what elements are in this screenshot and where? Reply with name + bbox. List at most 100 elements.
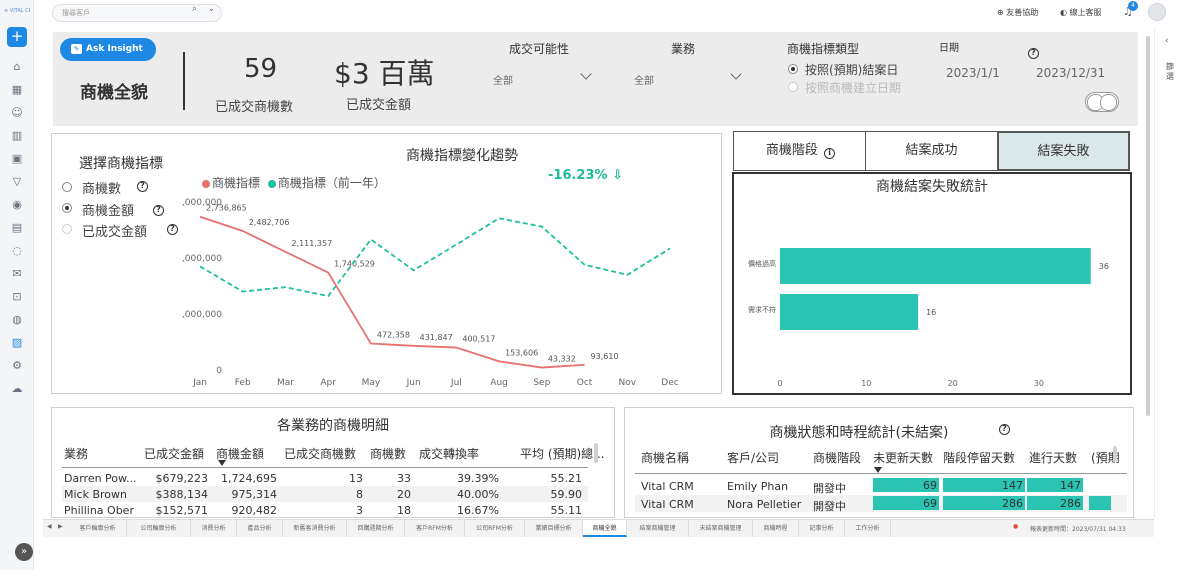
next-page-icon[interactable]: ▶ xyxy=(58,523,63,530)
help-icon[interactable]: ? xyxy=(1028,48,1039,59)
table-row[interactable]: Mick Brown $388,134 975,314 8 20 40.00% 59.90 xyxy=(62,486,588,502)
column-header[interactable]: 已成交金額 xyxy=(144,445,204,462)
help-link[interactable]: ⊕ 友善協助 xyxy=(997,7,1038,18)
x-tick-label: 0 xyxy=(777,379,782,388)
help-icon[interactable]: ? xyxy=(153,205,164,216)
page-tab[interactable]: 公司RFM分析 xyxy=(465,520,525,537)
table-cell: 59.90 xyxy=(550,488,583,501)
fail-chart-title: 商機結案失敗統計 xyxy=(876,179,988,195)
column-header[interactable]: 業務 xyxy=(64,445,88,462)
table-row[interactable]: Vital CRM Nora Pelletier 開發中 69 286 286 xyxy=(635,495,1127,513)
tab-won[interactable]: 結案成功 xyxy=(865,131,998,171)
page-tab[interactable]: 新舊客消費分析 xyxy=(283,520,347,537)
column-header[interactable]: 已成交商機數 xyxy=(284,445,356,462)
date-to[interactable]: 2023/12/31 xyxy=(1036,66,1105,80)
bar-value: 286 xyxy=(1002,497,1023,510)
user-icon[interactable]: ☺ xyxy=(10,106,24,120)
page-scrollbar[interactable] xyxy=(1146,36,1150,416)
chevron-left-icon[interactable]: ‹ xyxy=(1165,36,1169,46)
scrollbar[interactable] xyxy=(594,443,598,463)
tab-stage-label: 商機階段 xyxy=(765,143,818,158)
header-divider xyxy=(635,473,1127,474)
search-icon[interactable]: ⌕ xyxy=(192,4,197,14)
probability-filter[interactable]: 全部 xyxy=(493,72,513,87)
page-tab[interactable]: 客戶輪廓分析 xyxy=(69,520,127,537)
help-icon[interactable]: ? xyxy=(167,224,178,235)
page-tab[interactable]: 業績目標分析 xyxy=(525,520,583,537)
column-header[interactable]: 商機階段 xyxy=(813,449,861,466)
expand-sidebar-icon[interactable]: » xyxy=(15,543,33,561)
settings-icon[interactable]: ⚙ xyxy=(10,359,24,373)
help-icon[interactable]: ? xyxy=(137,181,148,192)
page-tab[interactable]: 商機時程 xyxy=(753,520,799,537)
column-header[interactable]: 成交轉換率 xyxy=(419,445,479,462)
funnel-icon[interactable]: ▽ xyxy=(10,175,24,189)
column-header[interactable]: 商機名稱 xyxy=(641,449,689,466)
probability-filter-label: 成交可能性 xyxy=(509,42,570,56)
cloud-icon[interactable]: ☁ xyxy=(10,382,24,396)
add-button[interactable]: + xyxy=(7,27,27,47)
scrollbar[interactable] xyxy=(1113,446,1117,462)
support-link[interactable]: ◐ 線上客服 xyxy=(1060,7,1102,18)
indicator-radio-closed-amount[interactable] xyxy=(62,224,72,234)
calendar-icon[interactable]: ▦ xyxy=(10,83,24,97)
page-tab[interactable]: 工作分析 xyxy=(845,520,891,537)
table-row[interactable]: Darren Pow... $679,223 1,724,695 13 33 39.39%… xyxy=(62,470,588,486)
column-header[interactable]: 未更新天數 xyxy=(873,449,933,466)
column-header[interactable]: 平均 (預期)總... xyxy=(520,445,605,462)
page-tab[interactable]: 公司輪廓分析 xyxy=(127,520,191,537)
column-header[interactable]: 階段停留天數 xyxy=(943,449,1015,466)
building-icon[interactable]: ▥ xyxy=(10,129,24,143)
detail-title: 各業務的商機明細 xyxy=(277,418,389,434)
chat-icon[interactable]: ◌ xyxy=(10,244,24,258)
page-tab[interactable]: 客戶RFM分析 xyxy=(405,520,465,537)
page-tab[interactable]: 記事分析 xyxy=(799,520,845,537)
page-tab[interactable]: 商機全貌 xyxy=(583,520,627,537)
data-label: 2,482,706 xyxy=(249,218,290,227)
page-tab[interactable]: 產品分析 xyxy=(237,520,283,537)
indicator-radio-amount[interactable] xyxy=(62,203,72,213)
date-from[interactable]: 2023/1/1 xyxy=(946,66,1000,80)
table-cell: Vital CRM xyxy=(641,480,694,493)
sales-filter[interactable]: 全部 xyxy=(634,72,654,87)
page-tab[interactable]: 消費分析 xyxy=(191,520,237,537)
page-tab[interactable]: 未結案商機管理 xyxy=(689,520,753,537)
table-cell: $152,571 xyxy=(155,504,209,517)
pin-icon[interactable]: ◉ xyxy=(10,198,24,212)
table-cell: Emily Phan xyxy=(727,480,789,493)
indicator-radio-count[interactable] xyxy=(62,182,72,192)
column-header[interactable]: 進行天數 xyxy=(1029,449,1077,466)
analytics-icon[interactable]: ▨ xyxy=(10,336,24,350)
filter-pane-toggle[interactable]: 篩選 xyxy=(1165,62,1175,82)
table-row[interactable]: Phillina Ober $152,571 920,482 3 18 16.67% 55.… xyxy=(62,502,588,517)
indicator-radio-create-date[interactable] xyxy=(788,82,798,92)
document-icon[interactable]: ▤ xyxy=(10,221,24,235)
page-tab[interactable]: 回購週期分析 xyxy=(347,520,405,537)
column-header[interactable]: 客戶/公司 xyxy=(727,449,779,466)
cart-icon[interactable]: ⊡ xyxy=(10,290,24,304)
messages-icon[interactable]: ◍ xyxy=(10,313,24,327)
help-icon[interactable]: ? xyxy=(999,424,1010,435)
mail-icon[interactable]: ✉ xyxy=(10,267,24,281)
avatar[interactable] xyxy=(1148,3,1166,21)
date-slider-toggle[interactable] xyxy=(1085,92,1119,112)
sort-desc-icon[interactable] xyxy=(218,460,226,466)
table-cell: 18 xyxy=(397,504,411,517)
bag-icon[interactable]: ▣ xyxy=(10,152,24,166)
column-header[interactable]: 商機數 xyxy=(370,445,406,462)
table-row[interactable]: Vital CRM Emily Phan 開發中 69 147 147 xyxy=(635,477,1127,495)
indicator-option-close-date: 按照(預期)結案日 xyxy=(805,63,899,77)
home-icon[interactable]: ⌂ xyxy=(10,60,24,74)
tab-lost[interactable]: 結案失敗 xyxy=(997,131,1130,171)
info-icon[interactable]: i xyxy=(824,148,836,159)
indicator-radio-close-date[interactable] xyxy=(788,64,798,74)
tab-stage[interactable]: 商機階段 i xyxy=(733,131,866,171)
ask-insight-button[interactable]: ✎ Ask Insight xyxy=(60,38,156,61)
chevron-down-icon[interactable] xyxy=(730,68,742,80)
prev-page-icon[interactable]: ◀ xyxy=(47,523,52,530)
legend-dot-current xyxy=(202,179,210,188)
indicator-option-closed-amount: 已成交金額 xyxy=(82,225,148,240)
chevron-down-icon[interactable]: ⌄ xyxy=(208,4,215,13)
chevron-down-icon[interactable] xyxy=(580,68,592,80)
page-tab[interactable]: 結案商機管理 xyxy=(627,520,689,537)
